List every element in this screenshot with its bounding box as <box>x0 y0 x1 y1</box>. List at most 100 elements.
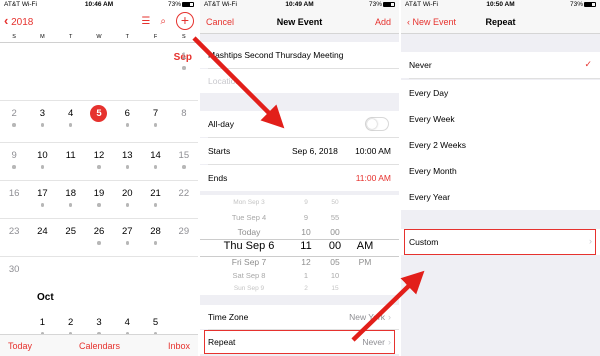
calendar-day-cell[interactable]: 17 <box>28 181 56 220</box>
day-number: 25 <box>65 226 76 237</box>
status-bar: AT&T Wi-Fi 10:49 AM 73% <box>200 0 399 10</box>
calendar-day-cell[interactable]: 18 <box>57 181 85 220</box>
page-title: New Event <box>276 17 323 27</box>
calendar-day-cell[interactable]: 2 <box>0 101 28 140</box>
calendar-day-cell[interactable]: 6 <box>113 101 141 140</box>
calendars-button[interactable]: Calendars <box>79 341 120 351</box>
event-dot <box>125 203 130 207</box>
calendar-day-cell[interactable]: 1 <box>170 44 198 84</box>
day-number: 20 <box>121 188 133 199</box>
event-dot <box>12 165 16 169</box>
repeat-option[interactable]: Never ✓ <box>401 52 600 78</box>
allday-toggle[interactable] <box>365 117 389 131</box>
calendar-day-cell[interactable]: 14 <box>141 143 169 182</box>
calendar-day-cell[interactable]: 10 <box>28 143 56 182</box>
battery-indicator: 73% <box>570 0 596 10</box>
list-icon[interactable]: ☰ <box>141 16 150 27</box>
calendar-day-cell <box>57 257 85 296</box>
repeat-option-label: Every Year <box>409 192 451 202</box>
repeat-option-label: Every Day <box>409 88 449 98</box>
day-number: 30 <box>8 264 20 275</box>
timezone-row[interactable]: Time Zone New York › <box>200 305 399 329</box>
picker-min: 10 <box>330 271 340 280</box>
today-button[interactable]: Today <box>8 341 32 351</box>
calendar-day-cell[interactable]: 7 <box>141 101 169 140</box>
new-event-panel: AT&T Wi-Fi 10:49 AM 73% Cancel New Event… <box>200 0 399 356</box>
day-number: 1 <box>181 51 187 62</box>
weekday-label: S <box>12 34 16 40</box>
checkmark-icon: ✓ <box>584 59 592 69</box>
calendar-day-cell[interactable]: 11 <box>57 143 85 182</box>
date-time-picker[interactable]: Mon Sep 3 9 50 Tue Sep 4 9 55 Today 10 00 Thu Sep… <box>200 195 399 295</box>
calendar-day-cell[interactable]: 5 <box>85 101 113 140</box>
calendar-day-cell[interactable]: 30 <box>0 257 28 296</box>
calendar-day-cell[interactable]: 16 <box>0 181 28 220</box>
repeat-option-label: Every Week <box>409 114 455 124</box>
calendar-day-cell[interactable]: 28 <box>141 219 169 258</box>
calendar-day-cell[interactable]: 3 <box>28 101 56 140</box>
back-to-year-button[interactable]: ‹ 2018 <box>4 14 33 28</box>
calendar-day-cell <box>28 44 56 84</box>
location-field[interactable]: Location <box>200 69 399 93</box>
calendar-day-cell[interactable]: 26 <box>85 219 113 258</box>
event-dot <box>97 203 101 207</box>
calendar-day-cell[interactable]: 27 <box>113 219 141 258</box>
weekday-label: T <box>125 34 129 40</box>
calendar-day-cell[interactable]: 21 <box>141 181 169 220</box>
page-title: Repeat <box>485 17 516 27</box>
picker-date: Today <box>237 227 261 237</box>
ends-row[interactable]: Ends 11:00 AM <box>200 165 399 191</box>
inbox-button[interactable]: Inbox <box>168 341 190 351</box>
custom-highlight <box>404 229 596 255</box>
starts-row[interactable]: Starts Sep 6, 2018 10:00 AM <box>200 138 399 164</box>
calendar-day-cell[interactable]: 8 <box>170 101 198 140</box>
picker-date: Mon Sep 3 <box>233 199 265 206</box>
day-number: 22 <box>178 188 190 199</box>
calendar-day-cell[interactable]: 13 <box>113 143 141 182</box>
repeat-option[interactable]: Every Month <box>401 158 600 184</box>
calendar-day-cell[interactable]: 12 <box>85 143 113 182</box>
day-number: 11 <box>65 150 76 161</box>
calendar-day-cell <box>141 257 169 296</box>
repeat-option[interactable]: Every Week <box>401 106 600 132</box>
event-dot <box>153 241 158 245</box>
picker-date: Sat Sep 8 <box>232 271 266 280</box>
picker-hour: 9 <box>303 213 309 222</box>
calendar-day-cell <box>141 44 169 84</box>
ends-time: 11:00 AM <box>355 173 391 183</box>
day-number: 7 <box>152 108 159 119</box>
calendar-day-cell[interactable]: 4 <box>57 101 85 140</box>
calendar-day-cell <box>0 44 28 84</box>
add-button[interactable]: Add <box>375 17 391 27</box>
event-dot <box>97 241 101 245</box>
repeat-option[interactable]: Every 2 Weeks <box>401 132 600 158</box>
calendar-day-cell[interactable]: 24 <box>28 219 56 258</box>
event-title-field[interactable]: Mashtips Second Thursday Meeting <box>200 42 399 68</box>
calendar-week-row: 2 3 4 5 6 7 8 <box>0 100 198 140</box>
ends-label: Ends <box>208 173 228 183</box>
event-dot <box>68 203 73 207</box>
day-number: 18 <box>65 188 76 199</box>
search-icon[interactable]: ⌕ <box>160 16 166 27</box>
calendar-day-cell[interactable]: 9 <box>0 143 28 182</box>
day-number: 3 <box>96 317 102 328</box>
calendar-day-cell[interactable]: 20 <box>113 181 141 220</box>
battery-indicator: 73% <box>168 0 194 10</box>
weekday-label: F <box>153 34 158 40</box>
calendar-day-cell[interactable]: 25 <box>57 219 85 258</box>
calendar-day-cell[interactable]: 23 <box>0 219 28 258</box>
calendar-day-cell[interactable]: 29 <box>170 219 198 258</box>
calendar-day-cell[interactable]: 15 <box>170 143 198 182</box>
calendar-day-cell[interactable]: 19 <box>85 181 113 220</box>
repeat-panel: AT&T Wi-Fi 10:50 AM 73% ‹ New Event Repe… <box>401 0 600 356</box>
divider <box>409 78 600 79</box>
picker-hour: 1 <box>303 271 309 280</box>
picker-hour: 12 <box>301 257 311 267</box>
repeat-option[interactable]: Every Day <box>401 80 600 106</box>
add-icon[interactable]: + <box>176 12 194 30</box>
picker-min: 50 <box>331 199 339 206</box>
calendar-day-cell[interactable]: 22 <box>170 181 198 220</box>
picker-min: 55 <box>330 213 340 222</box>
repeat-option[interactable]: Every Year <box>401 184 600 210</box>
status-bar: AT&T Wi-Fi 10:46 AM 73% <box>0 0 198 10</box>
